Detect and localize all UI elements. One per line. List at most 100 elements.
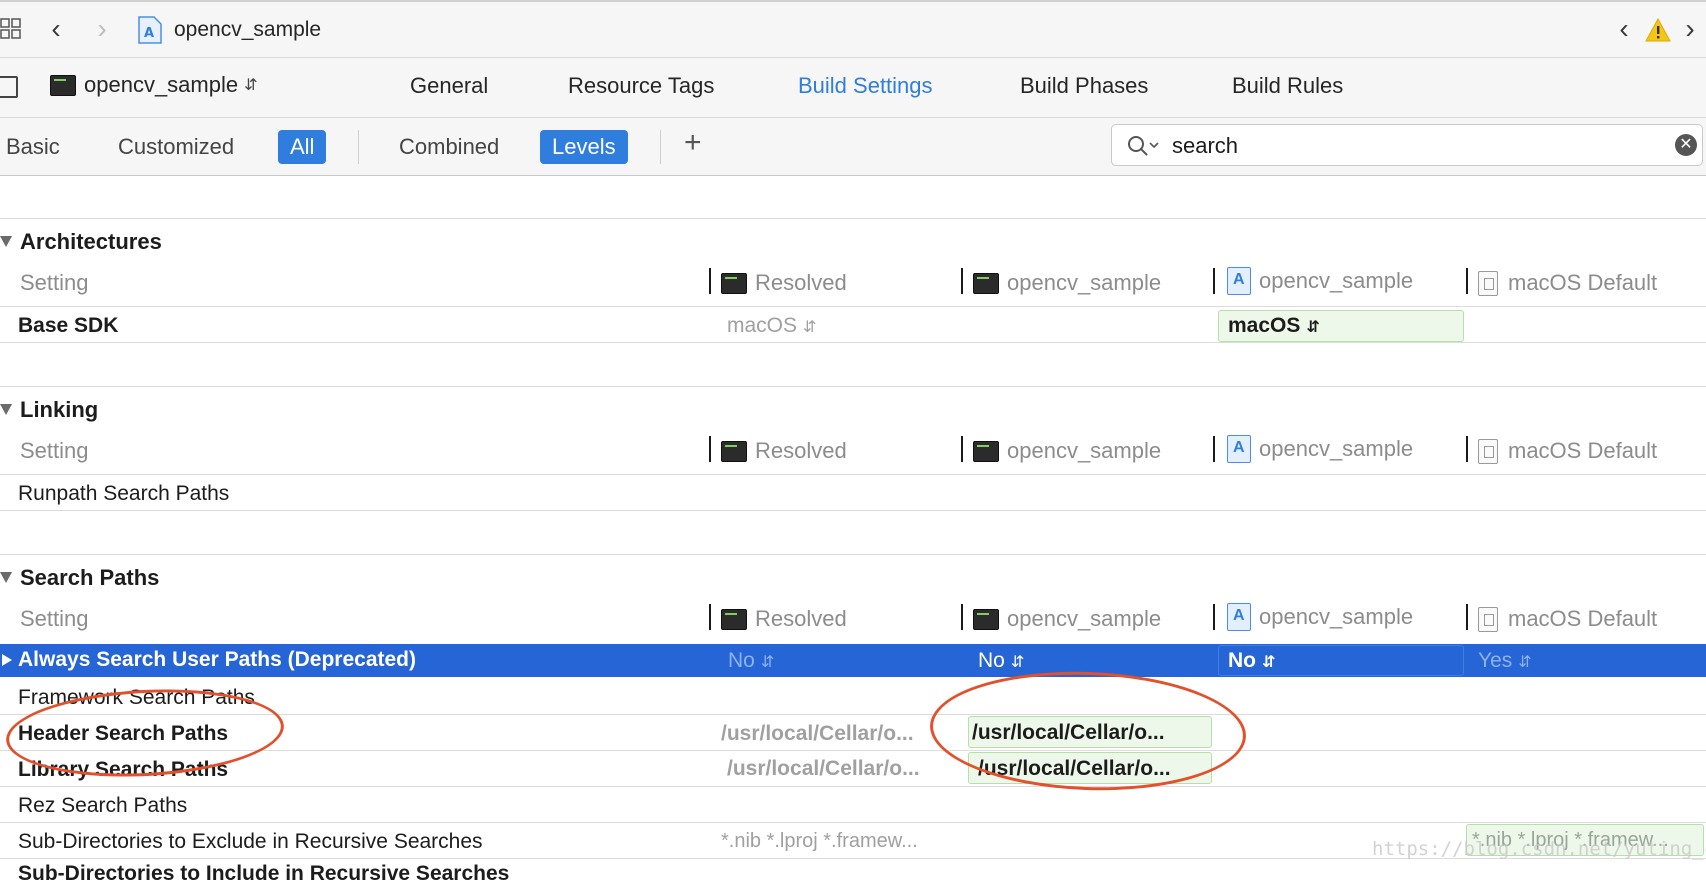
macos-default-icon: [1478, 270, 1498, 296]
chevron-updown-icon: ⇵: [803, 319, 817, 336]
section-title-linking: Linking: [20, 397, 99, 422]
search-input[interactable]: search: [1172, 133, 1238, 159]
setting-rez-search-paths[interactable]: Rez Search Paths: [18, 794, 187, 818]
project-app-icon: [1227, 267, 1251, 296]
column-separator: [961, 268, 963, 294]
base-sdk-project-value: macOS: [1228, 314, 1301, 337]
base-sdk-resolved: macOS ⇵: [727, 314, 816, 338]
chevron-updown-icon: ⇵: [244, 77, 258, 94]
column-separator: [1213, 268, 1215, 294]
base-sdk-project[interactable]: macOS ⇵: [1228, 314, 1320, 338]
terminal-target-icon: [973, 272, 999, 294]
column-separator: [961, 604, 963, 630]
divider: [0, 510, 1706, 511]
always-search-resolved: No ⇵: [728, 649, 774, 673]
column-header-target: opencv_sample: [973, 605, 1161, 632]
tab-resource-tags[interactable]: Resource Tags: [568, 73, 714, 99]
watermark: https://blog.csdn.net/yuting_car: [1372, 838, 1706, 860]
filter-customized-button[interactable]: Customized: [106, 130, 246, 164]
column-header-resolved: Resolved: [721, 437, 847, 464]
always-search-target[interactable]: No ⇵: [978, 649, 1024, 673]
issue-back-arrow-icon[interactable]: ‹: [1612, 15, 1636, 44]
column-header-setting: Setting: [20, 438, 89, 463]
column-header-default: macOS Default: [1478, 437, 1657, 464]
setting-exclude-recursive[interactable]: Sub-Directories to Exclude in Recursive …: [18, 830, 483, 854]
filter-combined-button[interactable]: Combined: [387, 130, 511, 164]
target-selector-label: opencv_sample: [84, 72, 239, 97]
column-header-resolved: Resolved: [721, 605, 847, 632]
column-header-resolved: Resolved: [721, 269, 847, 296]
setting-include-recursive[interactable]: Sub-Directories to Include in Recursive …: [18, 862, 509, 886]
setting-base-sdk[interactable]: Base SDK: [18, 314, 118, 338]
add-setting-button[interactable]: +: [684, 126, 702, 160]
project-file-icon: A: [138, 16, 162, 49]
grid-icon[interactable]: [0, 18, 22, 40]
tab-build-settings[interactable]: Build Settings: [798, 73, 933, 99]
project-title[interactable]: opencv_sample: [174, 18, 321, 42]
terminal-target-icon: [721, 440, 747, 462]
section-title-search-paths: Search Paths: [20, 565, 160, 590]
terminal-target-icon: [50, 74, 76, 96]
column-header-project: opencv_sample: [1227, 435, 1413, 464]
terminal-target-icon: [973, 608, 999, 630]
always-search-target-value: No: [978, 649, 1005, 672]
column-header-default-label: macOS Default: [1508, 438, 1658, 464]
chevron-updown-icon: ⇵: [1306, 319, 1320, 336]
column-header-default: macOS Default: [1478, 269, 1657, 296]
column-header-project-label: opencv_sample: [1259, 604, 1414, 630]
filter-divider: [660, 130, 661, 164]
settings-filter-bar: Basic Customized All Combined Levels + s…: [0, 118, 1706, 176]
back-arrow-icon[interactable]: ‹: [44, 15, 68, 44]
sidebar-toggle-icon[interactable]: [0, 76, 18, 98]
terminal-target-icon: [973, 440, 999, 462]
column-header-setting: Setting: [20, 270, 89, 295]
tab-build-phases[interactable]: Build Phases: [1020, 73, 1148, 99]
base-sdk-resolved-value: macOS: [727, 314, 798, 337]
column-separator: [709, 268, 711, 294]
target-selector[interactable]: opencv_sample ⇵: [50, 72, 258, 102]
disclosure-triangle-icon[interactable]: [0, 572, 12, 583]
column-header-project: opencv_sample: [1227, 603, 1414, 632]
search-field[interactable]: search ✕: [1111, 124, 1703, 166]
column-header-default-label: macOS Default: [1508, 270, 1658, 296]
macos-default-icon: [1478, 438, 1498, 464]
chevron-updown-icon: ⇵: [760, 654, 775, 671]
filter-basic-button[interactable]: Basic: [0, 130, 72, 164]
divider: [0, 218, 1706, 219]
setting-runpath-search-paths[interactable]: Runpath Search Paths: [18, 482, 229, 506]
issue-forward-arrow-icon[interactable]: ›: [1678, 15, 1702, 44]
project-app-icon: [1227, 603, 1251, 632]
disclosure-triangle-icon[interactable]: [0, 404, 12, 415]
column-header-target: opencv_sample: [973, 437, 1161, 464]
column-separator: [961, 436, 963, 462]
disclosure-triangle-right-icon[interactable]: [2, 654, 12, 666]
forward-arrow-icon[interactable]: ›: [90, 15, 114, 44]
column-separator: [1466, 436, 1468, 462]
column-header-default: macOS Default: [1478, 605, 1657, 632]
column-header-project-label: opencv_sample: [1259, 268, 1414, 294]
search-icon: [1126, 134, 1160, 163]
warning-icon[interactable]: [1645, 17, 1671, 47]
filter-all-button[interactable]: All: [278, 130, 327, 164]
divider: [0, 786, 1706, 787]
always-search-project-value: No: [1228, 649, 1256, 672]
column-separator: [1466, 604, 1468, 630]
column-header-target: opencv_sample: [973, 269, 1161, 296]
tab-build-rules[interactable]: Build Rules: [1232, 73, 1343, 99]
divider: [0, 474, 1706, 475]
filter-divider: [358, 130, 359, 164]
svg-text:A: A: [144, 26, 154, 41]
setting-row-always-search-selected[interactable]: Always Search User Paths (Deprecated) No…: [0, 644, 1706, 677]
filter-levels-button[interactable]: Levels: [540, 130, 628, 164]
always-search-project[interactable]: No ⇵: [1228, 649, 1275, 673]
setting-always-search-user-paths[interactable]: Always Search User Paths (Deprecated): [18, 648, 416, 672]
header-search-resolved: /usr/local/Cellar/o...: [721, 722, 914, 745]
project-app-icon: [1227, 435, 1251, 464]
clear-search-icon[interactable]: ✕: [1675, 134, 1697, 156]
macos-default-icon: [1478, 606, 1498, 632]
tab-general[interactable]: General: [410, 73, 488, 99]
disclosure-triangle-icon[interactable]: [0, 236, 12, 247]
divider: [0, 554, 1706, 555]
column-header-resolved-label: Resolved: [755, 270, 847, 296]
column-header-project: opencv_sample: [1227, 267, 1414, 296]
